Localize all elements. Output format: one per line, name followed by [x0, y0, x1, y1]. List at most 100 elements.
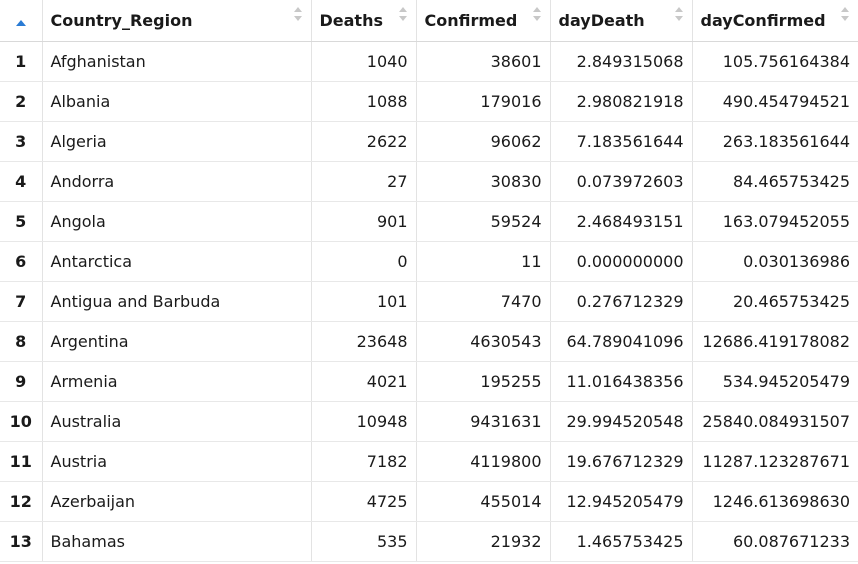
cell-confirmed[interactable]: 96062 — [416, 121, 551, 162]
cell-confirmed[interactable]: 59524 — [416, 201, 551, 242]
cell-daydeath[interactable]: 2.849315068 — [550, 41, 693, 82]
sort-icon — [841, 7, 849, 21]
column-header-confirmed[interactable]: Confirmed — [416, 0, 551, 42]
cell-deaths[interactable]: 23648 — [311, 321, 417, 362]
column-header-dayconfirmed[interactable]: dayConfirmed — [692, 0, 858, 42]
cell-dayconfirmed[interactable]: 534.945205479 — [692, 361, 858, 402]
sort-icon — [532, 7, 541, 21]
cell-country[interactable]: Australia — [42, 401, 312, 442]
cell-confirmed[interactable]: 4630543 — [416, 321, 551, 362]
table-row[interactable]: 11 Austria 7182 4119800 19.676712329 112… — [0, 441, 858, 482]
table-row[interactable]: 9 Armenia 4021 195255 11.016438356 534.9… — [0, 361, 858, 402]
cell-dayconfirmed[interactable]: 1246.613698630 — [692, 481, 858, 522]
cell-confirmed[interactable]: 11 — [416, 241, 551, 282]
column-header-deaths[interactable]: Deaths — [311, 0, 417, 42]
cell-confirmed[interactable]: 30830 — [416, 161, 551, 202]
cell-confirmed[interactable]: 21932 — [416, 521, 551, 562]
column-header-label: Country_Region — [50, 10, 193, 30]
cell-dayconfirmed[interactable]: 490.454794521 — [692, 81, 858, 122]
cell-deaths[interactable]: 101 — [311, 281, 417, 322]
data-grid: Country_Region Deaths Confirmed dayDeath… — [0, 0, 858, 562]
cell-daydeath[interactable]: 11.016438356 — [550, 361, 693, 402]
cell-country[interactable]: Albania — [42, 81, 312, 122]
cell-dayconfirmed[interactable]: 0.030136986 — [692, 241, 858, 282]
sort-ascending-icon — [15, 19, 26, 26]
column-header-label: dayDeath — [558, 10, 645, 30]
header-row: Country_Region Deaths Confirmed dayDeath… — [0, 0, 858, 42]
cell-country[interactable]: Armenia — [42, 361, 312, 402]
cell-country[interactable]: Andorra — [42, 161, 312, 202]
cell-country[interactable]: Argentina — [42, 321, 312, 362]
cell-daydeath[interactable]: 12.945205479 — [550, 481, 693, 522]
cell-daydeath[interactable]: 0.000000000 — [550, 241, 693, 282]
cell-dayconfirmed[interactable]: 11287.123287671 — [692, 441, 858, 482]
table-row[interactable]: 3 Algeria 2622 96062 7.183561644 263.183… — [0, 121, 858, 162]
column-header-daydeath[interactable]: dayDeath — [550, 0, 693, 42]
table-row[interactable]: 8 Argentina 23648 4630543 64.789041096 1… — [0, 321, 858, 362]
cell-daydeath[interactable]: 0.276712329 — [550, 281, 693, 322]
cell-country[interactable]: Antarctica — [42, 241, 312, 282]
table-row[interactable]: 4 Andorra 27 30830 0.073972603 84.465753… — [0, 161, 858, 202]
cell-daydeath[interactable]: 7.183561644 — [550, 121, 693, 162]
cell-daydeath[interactable]: 19.676712329 — [550, 441, 693, 482]
cell-country[interactable]: Antigua and Barbuda — [42, 281, 312, 322]
row-number: 7 — [0, 281, 43, 322]
sort-icon — [674, 7, 683, 21]
table-row[interactable]: 5 Angola 901 59524 2.468493151 163.07945… — [0, 201, 858, 242]
table-header: Country_Region Deaths Confirmed dayDeath… — [0, 0, 858, 42]
row-number: 3 — [0, 121, 43, 162]
cell-dayconfirmed[interactable]: 84.465753425 — [692, 161, 858, 202]
row-number: 6 — [0, 241, 43, 282]
cell-confirmed[interactable]: 7470 — [416, 281, 551, 322]
cell-country[interactable]: Angola — [42, 201, 312, 242]
cell-country[interactable]: Afghanistan — [42, 41, 312, 82]
cell-deaths[interactable]: 535 — [311, 521, 417, 562]
cell-country[interactable]: Azerbaijan — [42, 481, 312, 522]
table-row[interactable]: 6 Antarctica 0 11 0.000000000 0.03013698… — [0, 241, 858, 282]
cell-deaths[interactable]: 4021 — [311, 361, 417, 402]
cell-deaths[interactable]: 901 — [311, 201, 417, 242]
cell-dayconfirmed[interactable]: 12686.419178082 — [692, 321, 858, 362]
cell-deaths[interactable]: 0 — [311, 241, 417, 282]
cell-deaths[interactable]: 2622 — [311, 121, 417, 162]
cell-daydeath[interactable]: 2.980821918 — [550, 81, 693, 122]
cell-dayconfirmed[interactable]: 163.079452055 — [692, 201, 858, 242]
column-header-country-region[interactable]: Country_Region — [42, 0, 312, 42]
table-row[interactable]: 13 Bahamas 535 21932 1.465753425 60.0876… — [0, 521, 858, 562]
cell-daydeath[interactable]: 64.789041096 — [550, 321, 693, 362]
cell-country[interactable]: Austria — [42, 441, 312, 482]
table-row[interactable]: 10 Australia 10948 9431631 29.994520548 … — [0, 401, 858, 442]
sort-icon — [398, 7, 407, 21]
row-number: 5 — [0, 201, 43, 242]
cell-deaths[interactable]: 27 — [311, 161, 417, 202]
cell-deaths[interactable]: 10948 — [311, 401, 417, 442]
cell-confirmed[interactable]: 4119800 — [416, 441, 551, 482]
cell-daydeath[interactable]: 2.468493151 — [550, 201, 693, 242]
cell-deaths[interactable]: 1088 — [311, 81, 417, 122]
cell-deaths[interactable]: 1040 — [311, 41, 417, 82]
cell-daydeath[interactable]: 29.994520548 — [550, 401, 693, 442]
cell-confirmed[interactable]: 195255 — [416, 361, 551, 402]
cell-daydeath[interactable]: 1.465753425 — [550, 521, 693, 562]
table-row[interactable]: 1 Afghanistan 1040 38601 2.849315068 105… — [0, 41, 858, 82]
table-row[interactable]: 7 Antigua and Barbuda 101 7470 0.2767123… — [0, 281, 858, 322]
cell-country[interactable]: Bahamas — [42, 521, 312, 562]
cell-confirmed[interactable]: 38601 — [416, 41, 551, 82]
row-number: 12 — [0, 481, 43, 522]
cell-dayconfirmed[interactable]: 60.087671233 — [692, 521, 858, 562]
row-number: 1 — [0, 41, 43, 82]
cell-dayconfirmed[interactable]: 20.465753425 — [692, 281, 858, 322]
cell-daydeath[interactable]: 0.073972603 — [550, 161, 693, 202]
cell-confirmed[interactable]: 9431631 — [416, 401, 551, 442]
row-index-header[interactable] — [0, 0, 43, 42]
cell-dayconfirmed[interactable]: 25840.084931507 — [692, 401, 858, 442]
cell-deaths[interactable]: 7182 — [311, 441, 417, 482]
cell-dayconfirmed[interactable]: 263.183561644 — [692, 121, 858, 162]
table-row[interactable]: 2 Albania 1088 179016 2.980821918 490.45… — [0, 81, 858, 122]
cell-dayconfirmed[interactable]: 105.756164384 — [692, 41, 858, 82]
cell-country[interactable]: Algeria — [42, 121, 312, 162]
cell-confirmed[interactable]: 179016 — [416, 81, 551, 122]
cell-confirmed[interactable]: 455014 — [416, 481, 551, 522]
table-row[interactable]: 12 Azerbaijan 4725 455014 12.945205479 1… — [0, 481, 858, 522]
cell-deaths[interactable]: 4725 — [311, 481, 417, 522]
